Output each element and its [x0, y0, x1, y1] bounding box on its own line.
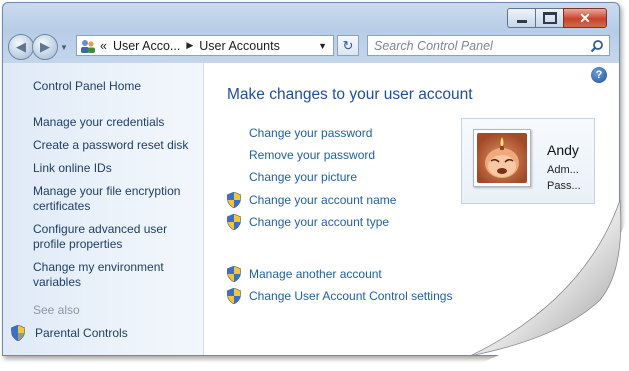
see-also-heading: See also	[33, 303, 80, 317]
minimize-button[interactable]	[507, 8, 536, 28]
refresh-icon: ↻	[342, 37, 354, 53]
refresh-button[interactable]: ↻	[337, 35, 359, 56]
back-arrow-icon: ◀	[16, 39, 26, 54]
sidebar-advanced-profile-properties[interactable]: Configure advanced user profile properti…	[33, 222, 183, 252]
remove-password-link[interactable]: Remove your password	[249, 148, 375, 162]
search-input[interactable]: Search Control Panel	[367, 35, 610, 56]
address-dropdown-icon[interactable]: ▼	[318, 41, 327, 51]
change-password-link[interactable]: Change your password	[249, 126, 372, 140]
help-icon[interactable]: ?	[591, 67, 607, 83]
sidebar-link-online-ids[interactable]: Link online IDs	[33, 161, 198, 176]
minimize-icon	[516, 19, 527, 23]
account-type: Adm...	[547, 164, 579, 176]
sidebar: Control Panel Home Manage your credentia…	[3, 63, 204, 355]
user-accounts-window: ✕ ◀ ▶ ▼ « User Acco... ▶ User Accounts ▼…	[2, 2, 620, 356]
back-button[interactable]: ◀	[8, 34, 34, 60]
sidebar-create-reset-disk[interactable]: Create a password reset disk	[33, 138, 198, 153]
uac-settings-link[interactable]: Change User Account Control settings	[249, 289, 452, 303]
navigation-buttons: ◀ ▶ ▼	[8, 34, 68, 60]
avatar	[477, 133, 527, 183]
caption-buttons: ✕	[507, 8, 607, 28]
manage-another-account-link[interactable]: Manage another account	[249, 267, 382, 281]
sidebar-environment-variables[interactable]: Change my environment variables	[33, 260, 183, 290]
page-title: Make changes to your user account	[227, 86, 473, 103]
close-icon: ✕	[579, 10, 591, 26]
maximize-button[interactable]	[536, 8, 563, 28]
breadcrumb-user-accounts-parent[interactable]: User Acco...	[113, 39, 180, 53]
parental-controls-label: Parental Controls	[35, 326, 128, 340]
address-bar[interactable]: « User Acco... ▶ User Accounts ▼	[76, 35, 334, 56]
uac-shield-icon	[227, 288, 241, 304]
uac-shield-icon	[227, 266, 241, 282]
sidebar-parental-controls[interactable]: Parental Controls	[11, 325, 128, 341]
change-account-name-link[interactable]: Change your account name	[249, 193, 396, 207]
account-name: Andy	[547, 142, 579, 158]
forward-arrow-icon: ▶	[40, 39, 50, 54]
uac-shield-icon	[227, 214, 241, 230]
search-placeholder: Search Control Panel	[374, 38, 493, 53]
forward-button[interactable]: ▶	[32, 34, 58, 60]
maximize-icon	[542, 12, 557, 24]
recent-pages-dropdown-icon[interactable]: ▼	[60, 43, 68, 52]
breadcrumb-overflow[interactable]: «	[100, 39, 107, 53]
search-icon[interactable]	[590, 39, 604, 53]
account-card: Andy Adm... Pass...	[461, 118, 595, 204]
close-button[interactable]: ✕	[563, 8, 607, 28]
account-password-status: Pass...	[547, 180, 581, 192]
content-area: Control Panel Home Manage your credentia…	[3, 63, 619, 355]
account-picture[interactable]	[473, 129, 531, 187]
shield-icon	[11, 325, 25, 341]
avatar-character-icon	[485, 137, 519, 178]
change-picture-link[interactable]: Change your picture	[249, 170, 357, 184]
users-icon	[81, 39, 95, 53]
screenshot-stage: ✕ ◀ ▶ ▼ « User Acco... ▶ User Accounts ▼…	[0, 0, 629, 371]
main-panel: ? Make changes to your user account Chan…	[203, 63, 619, 355]
breadcrumb-user-accounts[interactable]: User Accounts	[199, 39, 280, 53]
sidebar-manage-credentials[interactable]: Manage your credentials	[33, 115, 198, 130]
change-account-type-link[interactable]: Change your account type	[249, 215, 389, 229]
sidebar-file-encryption-certificates[interactable]: Manage your file encryption certificates	[33, 184, 193, 214]
breadcrumb-separator-icon[interactable]: ▶	[186, 40, 193, 51]
sidebar-control-panel-home[interactable]: Control Panel Home	[33, 79, 198, 94]
window-chrome: ✕ ◀ ▶ ▼ « User Acco... ▶ User Accounts ▼…	[3, 3, 619, 63]
uac-shield-icon	[227, 192, 241, 208]
